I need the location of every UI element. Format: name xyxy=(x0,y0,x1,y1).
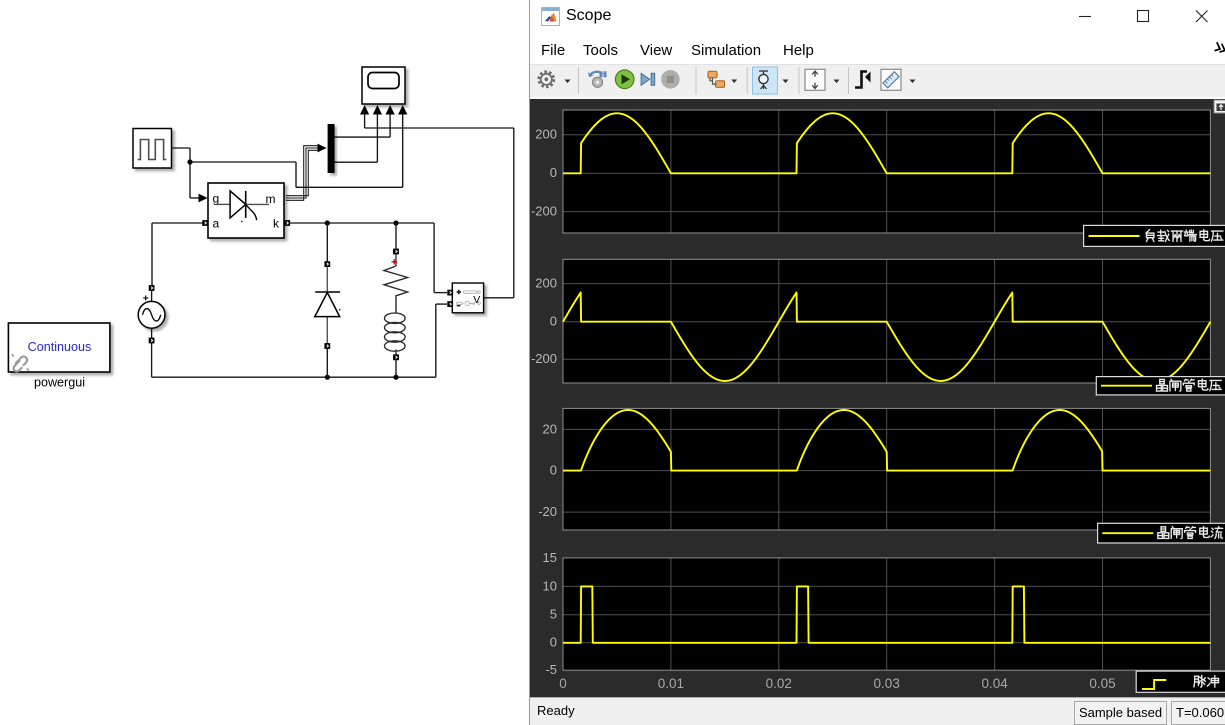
svg-text:0: 0 xyxy=(550,463,557,478)
svg-text:20: 20 xyxy=(543,421,557,436)
svg-text:Continuous: Continuous xyxy=(28,340,92,354)
svg-text:-200: -200 xyxy=(531,204,557,219)
svg-text:-20: -20 xyxy=(538,504,557,519)
svg-text:0: 0 xyxy=(550,314,557,329)
svg-text:a: a xyxy=(213,217,220,231)
svg-text:0: 0 xyxy=(550,165,557,180)
svg-text:k: k xyxy=(273,217,280,231)
svg-text:0.03: 0.03 xyxy=(874,676,900,691)
svg-text:0.04: 0.04 xyxy=(981,676,1008,691)
svg-text:g: g xyxy=(213,192,220,206)
svg-text:15: 15 xyxy=(543,550,557,565)
svg-text:powergui: powergui xyxy=(34,376,85,390)
svg-text:5: 5 xyxy=(550,607,557,622)
svg-text:200: 200 xyxy=(535,127,557,142)
svg-text:0.01: 0.01 xyxy=(658,676,684,691)
svg-text:200: 200 xyxy=(535,276,557,291)
svg-text:-200: -200 xyxy=(531,351,557,366)
svg-text:10: 10 xyxy=(543,578,557,593)
svg-text:-5: -5 xyxy=(545,662,557,677)
svg-text:0.02: 0.02 xyxy=(766,676,792,691)
svg-text:V: V xyxy=(473,294,480,306)
svg-text:0: 0 xyxy=(559,676,567,691)
svg-text:0: 0 xyxy=(550,635,557,650)
svg-text:0.05: 0.05 xyxy=(1089,676,1115,691)
